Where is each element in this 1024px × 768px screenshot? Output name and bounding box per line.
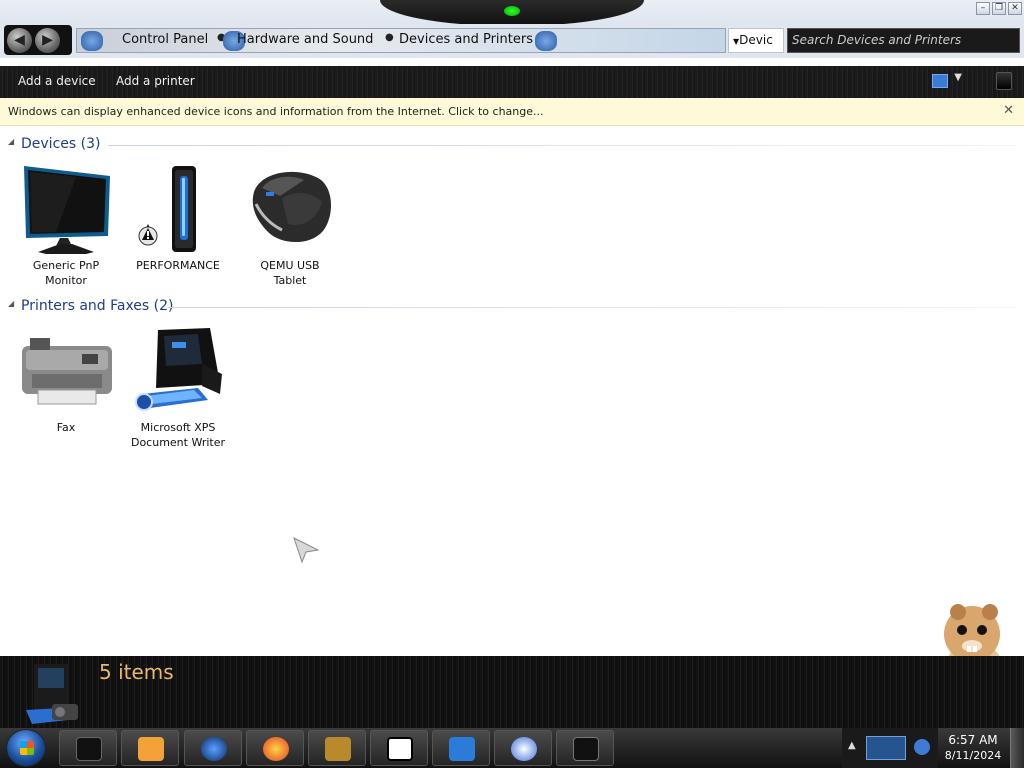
breadcrumb-separator-icon[interactable]: ● <box>385 32 394 43</box>
item-count: 5 items <box>99 660 174 684</box>
device-microsoft-xps-document-writer[interactable]: Microsoft XPS Document Writer <box>122 324 234 450</box>
device-qemu-usb-tablet[interactable]: QEMU USB Tablet <box>234 162 346 288</box>
control-panel-icon <box>81 31 103 51</box>
taskbar-app-devices[interactable] <box>59 730 117 766</box>
glow-gem-icon <box>504 6 520 16</box>
maximize-button[interactable]: ❐ <box>992 2 1006 15</box>
group-header-devices[interactable]: ◢ Devices (3) <box>8 136 1016 154</box>
show-desktop-button[interactable] <box>1010 728 1024 768</box>
7zip-icon <box>387 737 413 761</box>
globe-icon <box>201 737 227 761</box>
devices-and-printers-icon <box>26 664 78 724</box>
media-player-icon <box>138 737 164 761</box>
taskbar-app-monitor[interactable] <box>556 730 614 766</box>
information-bar[interactable]: Windows can display enhanced device icon… <box>0 98 1024 126</box>
device-fax[interactable]: Fax <box>10 324 122 435</box>
device-name-line-2: Monitor <box>45 274 87 287</box>
clock-time: 6:57 AM <box>948 733 998 747</box>
notification-area: ▲ <box>842 728 938 768</box>
taskbar-app-globe[interactable] <box>184 730 242 766</box>
window-controls: – ❐ ✕ <box>976 2 1022 15</box>
breadcrumb-hardware-and-sound[interactable]: Hardware and Sound <box>237 32 373 47</box>
device-name: QEMU USB Tablet <box>234 258 346 288</box>
device-name: Generic PnP Monitor <box>10 258 122 288</box>
taskbar-app-media-player[interactable] <box>121 730 179 766</box>
title-bar[interactable]: – ❐ ✕ <box>0 0 1024 26</box>
firefox-icon <box>263 737 289 761</box>
nav-buttons: ◀ ▶ <box>4 25 72 55</box>
information-bar-message[interactable]: Windows can display enhanced device icon… <box>8 105 544 118</box>
search-input[interactable]: Search Devices and Printers <box>787 28 1020 53</box>
view-dropdown-arrow-icon[interactable]: ▼ <box>954 72 962 83</box>
mouse-cursor-icon <box>293 537 320 564</box>
device-name: Microsoft XPS Document Writer <box>122 420 234 450</box>
help-icon[interactable] <box>996 72 1012 90</box>
back-button[interactable]: ◀ <box>7 28 32 53</box>
mouse-icon <box>240 162 340 256</box>
group-label-printers-and-faxes: Printers and Faxes (2) <box>21 298 174 314</box>
recent-pages-dropdown[interactable]: ▼Devic <box>728 28 784 53</box>
tray-devices-icon[interactable] <box>866 736 906 760</box>
add-device-button[interactable]: Add a device <box>18 74 96 88</box>
explorer-window: – ❐ ✕ ◀ ▶ Control Panel ● Hardware and S… <box>0 0 1024 768</box>
forward-button[interactable]: ▶ <box>35 28 60 53</box>
monitor-icon <box>16 162 116 256</box>
device-name-line-1: Fax <box>56 421 76 434</box>
information-bar-close-icon[interactable]: ✕ <box>1003 103 1014 118</box>
taskbar: ▲ 6:57 AM 8/11/2024 <box>0 728 1024 768</box>
device-name: Fax <box>10 420 122 435</box>
title-ornament <box>380 0 644 26</box>
tray-network-icon[interactable] <box>914 739 930 755</box>
collapse-triangle-icon[interactable]: ◢ <box>8 299 14 308</box>
details-pane: 5 items <box>0 656 1024 728</box>
minimize-button[interactable]: – <box>976 2 990 15</box>
address-bar[interactable]: Control Panel ● Hardware and Sound ● Dev… <box>76 28 726 53</box>
show-hidden-icons-icon[interactable]: ▲ <box>848 740 856 751</box>
breadcrumb-devices-and-printers[interactable]: Devices and Printers <box>399 32 533 47</box>
sandbox-icon <box>325 737 351 761</box>
taskbar-app-browser[interactable] <box>494 730 552 766</box>
device-name-line-1: PERFORMANCE <box>136 259 220 272</box>
command-bar: Add a device Add a printer ▼ <box>0 66 1024 98</box>
device-name-line-2: Document Writer <box>130 436 226 449</box>
devices-app-icon <box>76 737 102 761</box>
device-name-line-1: Microsoft XPS <box>140 421 216 434</box>
monitor-app-icon <box>573 737 599 761</box>
group-label-devices: Devices (3) <box>21 136 101 152</box>
device-performance[interactable]: PERFORMANCE <box>122 162 234 273</box>
xps-printer-icon <box>128 324 228 418</box>
add-printer-button[interactable]: Add a printer <box>116 74 195 88</box>
group-header-printers-and-faxes[interactable]: ◢ Printers and Faxes (2) <box>8 298 1016 316</box>
device-generic-pnp-monitor[interactable]: Generic PnP Monitor <box>10 162 122 288</box>
taskbar-app-firefox[interactable] <box>246 730 304 766</box>
breadcrumb-control-panel[interactable]: Control Panel <box>122 32 208 47</box>
clock[interactable]: 6:57 AM 8/11/2024 <box>938 728 1008 768</box>
view-options-icon[interactable] <box>932 74 948 88</box>
start-button[interactable] <box>6 729 46 767</box>
clock-date: 8/11/2024 <box>944 749 1002 762</box>
browser-icon <box>511 737 537 761</box>
taskbar-app-store[interactable] <box>432 730 490 766</box>
device-name: PERFORMANCE <box>122 258 234 273</box>
group-divider <box>108 145 1016 146</box>
close-button[interactable]: ✕ <box>1008 2 1022 15</box>
device-name-line-1: QEMU USB <box>260 259 320 272</box>
taskbar-app-7zip[interactable] <box>370 730 428 766</box>
recent-pages-text: Devic <box>739 33 773 47</box>
fax-icon <box>16 324 116 418</box>
group-divider <box>168 307 1016 308</box>
address-row: ◀ ▶ Control Panel ● Hardware and Sound ●… <box>0 24 1024 58</box>
taskbar-app-sandbox[interactable] <box>308 730 366 766</box>
devices-icon <box>535 31 557 51</box>
computer-tower-icon <box>128 162 228 256</box>
device-name-line-2: Tablet <box>273 274 307 287</box>
device-name-line-1: Generic PnP <box>32 259 100 272</box>
collapse-triangle-icon[interactable]: ◢ <box>8 137 14 146</box>
store-icon <box>449 737 475 761</box>
